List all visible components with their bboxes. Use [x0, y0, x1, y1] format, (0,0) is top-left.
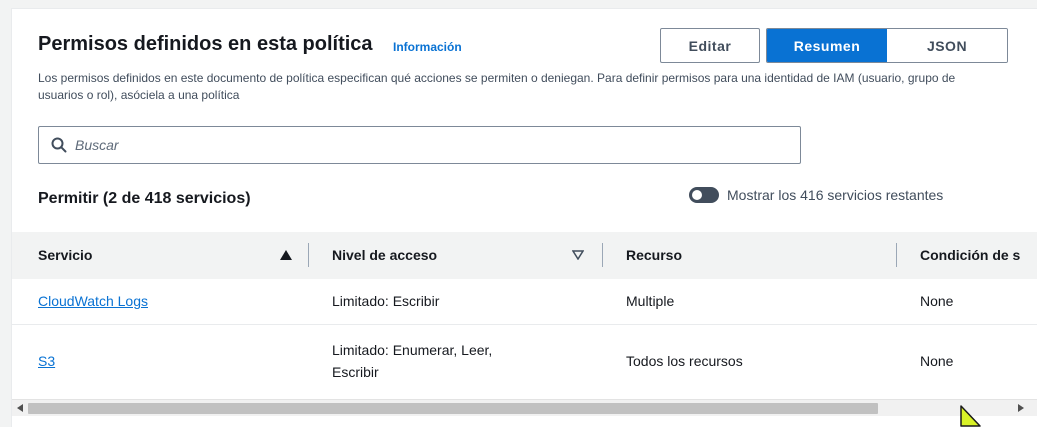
access-level-line: Escribir [332, 364, 379, 380]
condition-cell: None [920, 293, 954, 309]
column-header-resource[interactable]: Recurso [626, 247, 682, 263]
panel-description: Los permisos definidos en este documento… [38, 71, 956, 102]
column-divider[interactable] [308, 243, 309, 267]
json-view-button[interactable]: JSON [887, 29, 1007, 62]
mouse-cursor-icon [960, 405, 981, 427]
view-mode-segmented-control: Resumen JSON [766, 28, 1008, 63]
sort-descending-icon[interactable] [572, 250, 584, 260]
column-header-service[interactable]: Servicio [38, 247, 92, 263]
condition-cell: None [920, 353, 954, 369]
search-icon [51, 137, 67, 153]
table-row: CloudWatch Logs Limitado: Escribir Multi… [12, 279, 1037, 325]
panel-title: Permisos definidos en esta política [38, 33, 373, 55]
service-link-s3[interactable]: S3 [38, 350, 55, 372]
summary-view-button[interactable]: Resumen [767, 29, 887, 62]
info-link[interactable]: Información [393, 40, 462, 54]
access-level-line: Limitado: Enumerar, Leer, [332, 342, 493, 358]
table-header: Servicio Nivel de acceso Recurso Condici… [12, 232, 1037, 279]
show-remaining-services-toggle[interactable] [689, 187, 719, 203]
permissions-panel: Permisos definidos en esta política Info… [11, 8, 1037, 427]
search-box [38, 126, 801, 164]
column-divider[interactable] [602, 243, 603, 267]
sort-ascending-icon[interactable] [280, 250, 292, 260]
show-remaining-services-toggle-row: Mostrar los 416 servicios restantes [689, 187, 943, 203]
column-header-access-level[interactable]: Nivel de acceso [332, 247, 437, 263]
table-row: S3 Limitado: Enumerar, Leer, Escribir To… [12, 325, 1037, 399]
access-level-cell: Limitado: Escribir [332, 293, 440, 309]
search-input[interactable] [75, 137, 755, 153]
resource-cell: Multiple [626, 293, 675, 309]
scroll-right-icon[interactable] [1018, 404, 1024, 412]
edit-button[interactable]: Editar [660, 28, 760, 63]
toggle-label: Mostrar los 416 servicios restantes [727, 187, 944, 203]
column-header-condition[interactable]: Condición de s [920, 247, 1020, 263]
scrollbar-thumb[interactable] [28, 403, 878, 414]
resource-cell: Todos los recursos [626, 353, 743, 369]
scroll-left-icon[interactable] [17, 404, 23, 412]
access-level-cell: Limitado: Enumerar, Leer, Escribir [332, 339, 492, 383]
horizontal-scrollbar[interactable] [12, 399, 1037, 416]
allow-section-title: Permitir (2 de 418 servicios) [38, 190, 251, 207]
column-divider[interactable] [896, 243, 897, 267]
service-link-cloudwatch-logs[interactable]: CloudWatch Logs [38, 290, 148, 312]
